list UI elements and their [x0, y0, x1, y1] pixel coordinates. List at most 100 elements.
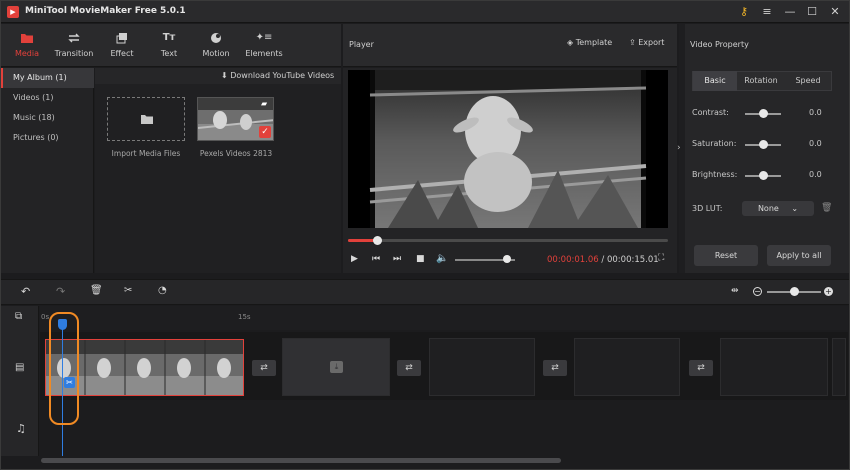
tab-effect[interactable]: Effect: [96, 24, 148, 67]
swap-icon: ⇄: [551, 363, 559, 373]
saturation-value: 0.0: [809, 139, 822, 148]
contrast-slider-handle[interactable]: [759, 109, 768, 118]
tab-media[interactable]: Media: [1, 24, 53, 67]
swap-icon: ⇄: [260, 363, 268, 373]
zoom-slider-handle[interactable]: [790, 287, 799, 296]
checked-icon[interactable]: ✓: [259, 126, 271, 138]
tab-transition[interactable]: Transition: [48, 24, 100, 67]
tab-label: Effect: [110, 49, 134, 58]
video-camera-icon: ▰: [261, 99, 268, 108]
empty-clip-slot-4[interactable]: [720, 338, 828, 396]
volume-icon[interactable]: 🔈: [436, 253, 448, 264]
tab-label: Text: [160, 49, 178, 58]
tab-elements[interactable]: ✦≡ Elements: [238, 24, 290, 67]
lut-value: None: [757, 204, 779, 213]
import-media-button[interactable]: [107, 97, 185, 141]
playback-progress-bar[interactable]: [348, 239, 668, 242]
tab-motion[interactable]: Motion: [190, 24, 242, 67]
key-icon[interactable]: ⚷: [734, 4, 754, 20]
swap-icon: ⇄: [697, 363, 705, 373]
volume-slider-handle[interactable]: [503, 255, 511, 263]
library-tab-bar: Media Transition Effect Tт Text Motion ✦…: [1, 24, 341, 67]
time-separator: /: [598, 255, 607, 265]
playback-progress-handle[interactable]: [372, 236, 382, 245]
video-preview[interactable]: [348, 70, 668, 228]
effect-icon: [96, 32, 148, 46]
fit-timeline-icon[interactable]: ⇹: [731, 286, 739, 296]
contrast-label: Contrast:: [692, 108, 729, 117]
audio-track: [40, 401, 848, 456]
time-readout: 00:00:01.06 / 00:00:15.01: [547, 255, 659, 265]
zoom-out-icon[interactable]: −: [753, 287, 762, 296]
download-icon: ⬇: [221, 71, 228, 80]
tab-text[interactable]: Tт Text: [143, 24, 195, 67]
fullscreen-icon[interactable]: ⛶: [658, 253, 664, 263]
saturation-slider-handle[interactable]: [759, 140, 768, 149]
timeline-scrollbar[interactable]: [41, 458, 561, 463]
sidebar-item-pictures[interactable]: Pictures (0): [1, 128, 94, 148]
transition-slot-1[interactable]: ⇄: [252, 360, 276, 376]
property-title: Video Property: [690, 40, 749, 49]
sidebar-item-music[interactable]: Music (18): [1, 108, 94, 128]
empty-clip-slot-2[interactable]: [429, 338, 535, 396]
export-icon: ⇪: [629, 38, 636, 47]
transition-slot-3[interactable]: ⇄: [543, 360, 567, 376]
media-clip-thumbnail[interactable]: ▰ ✓: [197, 97, 274, 141]
empty-clip-slot-5[interactable]: [832, 338, 846, 396]
maximize-button[interactable]: ☐: [802, 4, 822, 20]
template-button[interactable]: ◈ Template: [567, 38, 612, 47]
split-icon[interactable]: ✂: [124, 285, 132, 296]
export-label: Export: [638, 38, 665, 47]
lut-label: 3D LUT:: [692, 204, 723, 213]
zoom-in-icon[interactable]: +: [824, 287, 833, 296]
previous-frame-icon[interactable]: ⏮: [372, 254, 380, 264]
speed-icon[interactable]: ◔: [158, 285, 167, 296]
delete-icon[interactable]: 🗑: [90, 285, 103, 296]
minimize-button[interactable]: —: [780, 4, 800, 20]
timeline-ruler[interactable]: [40, 306, 848, 330]
empty-clip-slot-1[interactable]: ⤓: [282, 338, 390, 396]
menu-icon[interactable]: ≡: [757, 4, 777, 20]
player-header: [343, 24, 677, 67]
folder-icon: [141, 115, 153, 124]
highlight-annotation: [49, 312, 79, 425]
transition-slot-2[interactable]: ⇄: [397, 360, 421, 376]
next-frame-icon[interactable]: ⏭: [393, 254, 401, 264]
trash-icon[interactable]: 🗑: [821, 203, 832, 213]
collapse-arrow-icon[interactable]: ›: [677, 143, 681, 153]
lut-select[interactable]: None ⌄: [742, 201, 814, 216]
brightness-slider-handle[interactable]: [759, 171, 768, 180]
transition-slot-4[interactable]: ⇄: [689, 360, 713, 376]
undo-icon[interactable]: ↶: [21, 285, 30, 298]
tab-speed[interactable]: Speed: [785, 71, 831, 91]
play-icon[interactable]: ▶: [351, 254, 358, 264]
export-button[interactable]: ⇪ Export: [629, 38, 664, 47]
download-label: Download YouTube Videos: [230, 71, 335, 80]
text-icon: Tт: [162, 32, 176, 43]
ruler-start-label: 0s: [41, 313, 50, 321]
redo-icon[interactable]: ↷: [56, 285, 65, 298]
download-youtube-link[interactable]: ⬇ Download YouTube Videos: [221, 71, 334, 80]
tab-rotation[interactable]: Rotation: [738, 71, 784, 91]
close-button[interactable]: ✕: [825, 4, 845, 20]
motion-icon: [190, 32, 242, 46]
tab-basic[interactable]: Basic: [693, 71, 737, 91]
sidebar-item-videos[interactable]: Videos (1): [1, 88, 94, 108]
tab-label: Motion: [202, 49, 230, 58]
empty-clip-slot-3[interactable]: [574, 338, 680, 396]
stop-icon[interactable]: ■: [416, 254, 425, 264]
add-track-icon[interactable]: ⧉: [15, 311, 22, 322]
video-track-icon: ▤: [15, 362, 25, 373]
current-time: 00:00:01.06: [547, 255, 599, 265]
reset-button[interactable]: Reset: [694, 245, 758, 266]
brightness-value: 0.0: [809, 170, 822, 179]
import-media-label: Import Media Files: [111, 149, 181, 158]
tab-label: Media: [14, 49, 40, 58]
music-track-icon: ♫: [16, 422, 26, 435]
player-title: Player: [349, 40, 374, 49]
folder-icon: [1, 32, 53, 46]
contrast-value: 0.0: [809, 108, 822, 117]
brightness-label: Brightness:: [692, 170, 738, 179]
apply-to-all-button[interactable]: Apply to all: [767, 245, 831, 266]
sidebar-item-my-album[interactable]: My Album (1): [1, 68, 94, 88]
